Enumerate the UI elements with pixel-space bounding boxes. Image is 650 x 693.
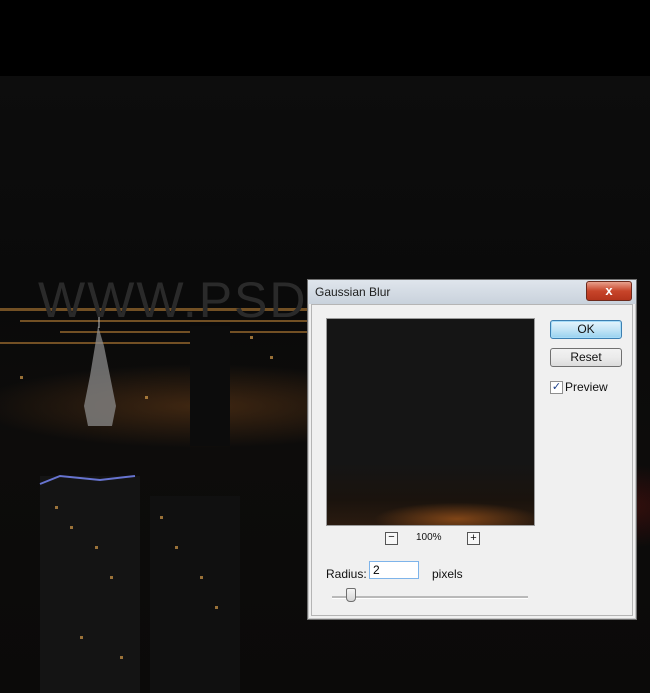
top-black-band (0, 0, 650, 76)
zoom-in-button[interactable]: + (467, 532, 480, 545)
checkmark-icon: ✓ (551, 381, 562, 393)
radius-slider-track[interactable] (332, 596, 528, 599)
close-button[interactable]: x (586, 281, 632, 301)
radius-label: Radius: (326, 567, 367, 581)
gaussian-blur-dialog: Gaussian Blur x − 100% + OK Reset ✓ Prev… (307, 279, 637, 620)
preview-label: Preview (565, 380, 608, 394)
dialog-titlebar[interactable]: Gaussian Blur x (308, 280, 636, 304)
radius-slider-thumb[interactable] (346, 588, 356, 602)
zoom-level: 100% (416, 532, 442, 543)
preview-image[interactable] (326, 318, 535, 526)
radius-units-label: pixels (432, 567, 463, 581)
ok-button[interactable]: OK (550, 320, 622, 339)
dialog-body: − 100% + OK Reset ✓ Preview Radius: pixe… (311, 304, 633, 616)
close-icon: x (605, 283, 613, 298)
radius-input[interactable] (369, 561, 419, 579)
reset-button[interactable]: Reset (550, 348, 622, 367)
zoom-out-button[interactable]: − (385, 532, 398, 545)
preview-checkbox[interactable]: ✓ (550, 381, 563, 394)
dialog-title: Gaussian Blur (315, 285, 391, 299)
